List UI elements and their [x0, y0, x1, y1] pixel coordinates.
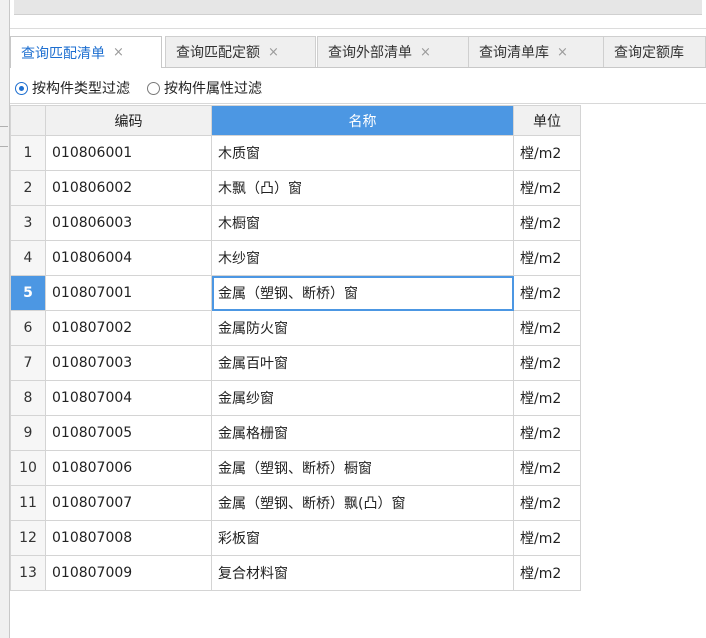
cell-code[interactable]: 010807002 — [45, 310, 212, 346]
filter-label: 按构件类型过滤 — [32, 81, 130, 97]
cell-unit[interactable]: 樘/m2 — [513, 275, 581, 311]
cell-name[interactable]: 复合材料窗 — [211, 555, 514, 591]
tab-label: 查询清单库 — [479, 45, 549, 61]
tab-label: 查询匹配清单 — [21, 45, 105, 62]
window-left-edge — [0, 0, 10, 638]
cell-code[interactable]: 010807005 — [45, 415, 212, 451]
cell-code[interactable]: 010806001 — [45, 135, 212, 171]
column-header-code[interactable]: 编码 — [45, 105, 212, 136]
row-number[interactable]: 6 — [10, 310, 46, 346]
table-row[interactable]: 6 010807002 金属防火窗 樘/m2 — [10, 310, 581, 346]
radio-unchecked-icon[interactable] — [147, 81, 160, 95]
tab-query-quota-library[interactable]: 查询定额库 — [603, 36, 706, 67]
row-number[interactable]: 1 — [10, 135, 46, 171]
tab-query-list-library[interactable]: 查询清单库 × — [468, 36, 605, 67]
cell-code[interactable]: 010807009 — [45, 555, 212, 591]
row-number[interactable]: 7 — [10, 345, 46, 381]
cell-name[interactable]: 木质窗 — [211, 135, 514, 171]
row-number[interactable]: 8 — [10, 380, 46, 416]
table-row[interactable]: 4 010806004 木纱窗 樘/m2 — [10, 240, 581, 276]
cell-unit[interactable]: 樘/m2 — [513, 380, 581, 416]
cell-name[interactable]: 金属（塑钢、断桥）橱窗 — [211, 450, 514, 486]
table-row[interactable]: 11 010807007 金属（塑钢、断桥）飘(凸）窗 樘/m2 — [10, 485, 581, 521]
cell-code[interactable]: 010807007 — [45, 485, 212, 521]
table-header-row: 编码 名称 单位 — [10, 105, 581, 136]
cell-name[interactable]: 木飘（凸）窗 — [211, 170, 514, 206]
cell-code[interactable]: 010807006 — [45, 450, 212, 486]
cell-name[interactable]: 金属防火窗 — [211, 310, 514, 346]
table-row[interactable]: 2 010806002 木飘（凸）窗 樘/m2 — [10, 170, 581, 206]
cell-code[interactable]: 010807003 — [45, 345, 212, 381]
cell-name[interactable]: 金属格栅窗 — [211, 415, 514, 451]
cell-unit[interactable]: 樘/m2 — [513, 205, 581, 241]
cell-name[interactable]: 金属（塑钢、断桥）窗 — [211, 275, 514, 311]
tab-label: 查询匹配定额 — [176, 45, 260, 61]
cell-code[interactable]: 010806004 — [45, 240, 212, 276]
tab-close-icon[interactable]: × — [420, 45, 431, 60]
radio-checked-icon[interactable] — [15, 81, 28, 95]
cell-name[interactable]: 彩板窗 — [211, 520, 514, 556]
cell-name[interactable]: 木橱窗 — [211, 205, 514, 241]
row-number[interactable]: 10 — [10, 450, 46, 486]
table-corner[interactable] — [10, 105, 46, 136]
cell-unit[interactable]: 樘/m2 — [513, 415, 581, 451]
row-number[interactable]: 4 — [10, 240, 46, 276]
query-tabstrip: 查询匹配清单 × 查询匹配定额 × 查询外部清单 × 查询清单库 × 查询定额库 — [10, 36, 706, 68]
table-row[interactable]: 5 010807001 金属（塑钢、断桥）窗 樘/m2 — [10, 275, 581, 311]
divider — [10, 103, 706, 104]
cell-unit[interactable]: 樘/m2 — [513, 345, 581, 381]
column-header-unit[interactable]: 单位 — [513, 105, 581, 136]
cell-code[interactable]: 010806002 — [45, 170, 212, 206]
table-row[interactable]: 3 010806003 木橱窗 樘/m2 — [10, 205, 581, 241]
cell-name[interactable]: 木纱窗 — [211, 240, 514, 276]
cell-unit[interactable]: 樘/m2 — [513, 135, 581, 171]
row-number[interactable]: 11 — [10, 485, 46, 521]
table-row[interactable]: 7 010807003 金属百叶窗 樘/m2 — [10, 345, 581, 381]
cell-code[interactable]: 010807004 — [45, 380, 212, 416]
row-number[interactable]: 2 — [10, 170, 46, 206]
tab-label: 查询定额库 — [614, 45, 684, 61]
table-row[interactable]: 13 010807009 复合材料窗 樘/m2 — [10, 555, 581, 591]
cell-name[interactable]: 金属百叶窗 — [211, 345, 514, 381]
column-header-name[interactable]: 名称 — [211, 105, 514, 136]
row-number[interactable]: 3 — [10, 205, 46, 241]
cell-unit[interactable]: 樘/m2 — [513, 170, 581, 206]
cell-unit[interactable]: 樘/m2 — [513, 450, 581, 486]
table-row[interactable]: 8 010807004 金属纱窗 樘/m2 — [10, 380, 581, 416]
row-number[interactable]: 12 — [10, 520, 46, 556]
row-number[interactable]: 13 — [10, 555, 46, 591]
filter-by-component-type-radio[interactable]: 按构件类型过滤 — [10, 78, 130, 98]
filter-label: 按构件属性过滤 — [164, 81, 262, 97]
filter-by-component-attribute-radio[interactable]: 按构件属性过滤 — [142, 78, 262, 98]
table-row[interactable]: 10 010807006 金属（塑钢、断桥）橱窗 樘/m2 — [10, 450, 581, 486]
cell-code[interactable]: 010807001 — [45, 275, 212, 311]
row-number[interactable]: 9 — [10, 415, 46, 451]
tab-label: 查询外部清单 — [328, 45, 412, 61]
bill-items-table: 编码 名称 单位 1 010806001 木质窗 樘/m2 2 010806002 木飘（凸… — [10, 105, 581, 591]
filter-options: 按构件类型过滤 按构件属性过滤 — [10, 75, 706, 101]
table-row[interactable]: 9 010807005 金属格栅窗 樘/m2 — [10, 415, 581, 451]
cell-name[interactable]: 金属纱窗 — [211, 380, 514, 416]
cell-code[interactable]: 010806003 — [45, 205, 212, 241]
tab-close-icon[interactable]: × — [113, 45, 124, 60]
cell-unit[interactable]: 樘/m2 — [513, 520, 581, 556]
row-number[interactable]: 5 — [10, 275, 46, 311]
upper-panel-bar — [14, 0, 702, 15]
edge-marker — [0, 146, 8, 147]
edge-marker — [0, 126, 8, 127]
tab-query-external-list[interactable]: 查询外部清单 × — [317, 36, 469, 67]
tab-close-icon[interactable]: × — [268, 45, 279, 60]
cell-unit[interactable]: 樘/m2 — [513, 310, 581, 346]
cell-code[interactable]: 010807008 — [45, 520, 212, 556]
table-row[interactable]: 12 010807008 彩板窗 樘/m2 — [10, 520, 581, 556]
tab-query-match-quota[interactable]: 查询匹配定额 × — [165, 36, 316, 67]
tab-close-icon[interactable]: × — [557, 45, 568, 60]
cell-unit[interactable]: 樘/m2 — [513, 485, 581, 521]
cell-unit[interactable]: 樘/m2 — [513, 555, 581, 591]
cell-unit[interactable]: 樘/m2 — [513, 240, 581, 276]
tab-query-match-list[interactable]: 查询匹配清单 × — [10, 36, 162, 68]
table-row[interactable]: 1 010806001 木质窗 樘/m2 — [10, 135, 581, 171]
cell-name[interactable]: 金属（塑钢、断桥）飘(凸）窗 — [211, 485, 514, 521]
